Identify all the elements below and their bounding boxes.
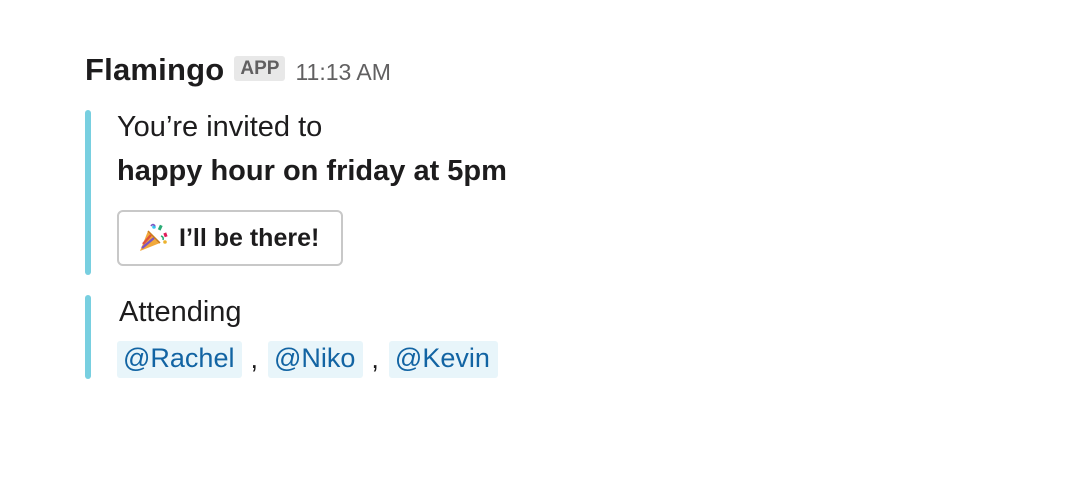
- sender-name[interactable]: Flamingo: [85, 52, 224, 88]
- event-title: happy hour on friday at 5pm: [117, 155, 507, 187]
- message-header: Flamingo APP 11:13 AM: [85, 52, 985, 100]
- attendee-list: @Rachel , @Niko , @Kevin: [117, 341, 985, 378]
- attending-label: Attending: [119, 296, 242, 328]
- timestamp[interactable]: 11:13 AM: [295, 59, 390, 86]
- separator: ,: [250, 344, 258, 374]
- separator: ,: [371, 344, 379, 374]
- user-mention-kevin[interactable]: @Kevin: [388, 341, 498, 378]
- attachment-accent-bar: [85, 110, 91, 275]
- rsvp-button[interactable]: I’ll be there!: [117, 210, 344, 266]
- party-popper-icon: [137, 222, 169, 254]
- invite-intro-text: You’re invited to: [117, 111, 323, 143]
- user-mention-rachel[interactable]: @Rachel: [117, 341, 243, 378]
- message: Flamingo APP 11:13 AM You’re invited to …: [85, 52, 985, 379]
- invite-attachment: You’re invited to happy hour on friday a…: [85, 110, 985, 275]
- attending-attachment: Attending @Rachel , @Niko , @Kevin: [85, 295, 985, 379]
- attachment-accent-bar: [85, 295, 91, 379]
- user-mention-niko[interactable]: @Niko: [267, 341, 364, 378]
- app-badge: APP: [234, 56, 286, 81]
- rsvp-button-label: I’ll be there!: [179, 223, 320, 252]
